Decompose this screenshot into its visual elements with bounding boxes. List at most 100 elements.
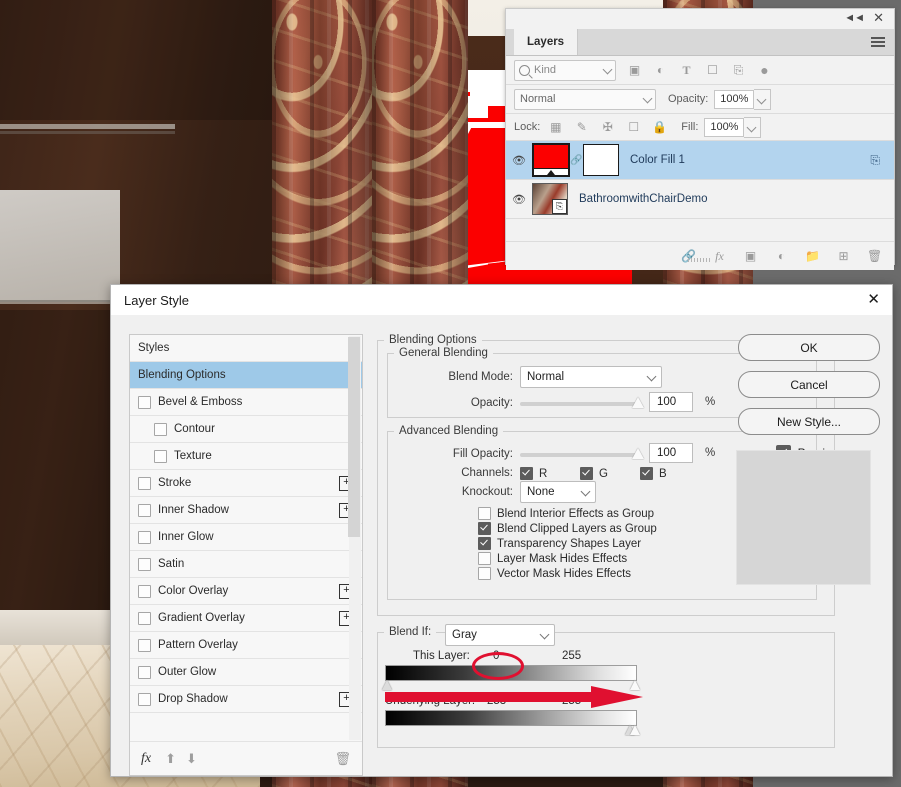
close-icon[interactable]: ✕ [873, 10, 884, 26]
opacity-stepper[interactable] [754, 88, 772, 110]
opacity-value-field[interactable]: 100 [649, 392, 693, 412]
fx-icon[interactable]: fx [141, 751, 151, 767]
option-checkbox[interactable] [478, 552, 491, 565]
style-checkbox[interactable] [154, 449, 167, 463]
eye-icon[interactable]: 👁 [506, 193, 532, 206]
knockout-select[interactable]: None [520, 481, 596, 503]
channel-g[interactable]: G [580, 466, 608, 481]
add-layer-mask-icon[interactable]: ▣ [743, 249, 758, 263]
channel-b[interactable]: B [640, 466, 667, 481]
new-style-button[interactable]: New Style... [738, 408, 880, 435]
underlying-layer-gradient-bar[interactable] [385, 710, 637, 726]
new-group-icon[interactable]: 📁 [805, 249, 820, 263]
style-checkbox[interactable] [138, 611, 151, 625]
style-item-stroke[interactable]: Stroke + [130, 470, 362, 497]
layer-name[interactable]: BathroomwithChairDemo [579, 193, 707, 205]
fill-opacity-value-field[interactable]: 100 [649, 443, 693, 463]
collapse-panel-icon[interactable]: ◄◄ [844, 12, 865, 24]
lock-position-icon[interactable]: ✠ [600, 120, 615, 135]
cancel-button[interactable]: Cancel [738, 371, 880, 398]
style-item-texture[interactable]: Texture [130, 443, 362, 470]
style-item-inner-shadow[interactable]: Inner Shadow + [130, 497, 362, 524]
smart-object-filter-icon[interactable]: ⎘ [731, 63, 746, 78]
blend-if-channel-select[interactable]: Gray [445, 624, 555, 646]
this-layer-max[interactable]: 255 [562, 650, 581, 662]
style-checkbox[interactable] [138, 665, 151, 679]
style-item-inner-glow[interactable]: Inner Glow [130, 524, 362, 551]
move-up-icon[interactable]: ⬆ [165, 751, 176, 767]
option-layer-mask-hides-effects[interactable]: Layer Mask Hides Effects [478, 551, 627, 566]
style-item-outer-glow[interactable]: Outer Glow [130, 659, 362, 686]
option-checkbox[interactable] [478, 507, 491, 520]
fill-value[interactable]: 100% [704, 117, 745, 137]
fill-stepper[interactable] [744, 116, 762, 138]
style-item-color-overlay[interactable]: Color Overlay + [130, 578, 362, 605]
layer-row-color-fill[interactable]: 👁 🔗 Color Fill 1 ⎘ [506, 141, 894, 180]
type-filter-icon[interactable]: T [679, 63, 694, 78]
link-mask-icon[interactable]: 🔗 [570, 155, 583, 166]
lock-all-icon[interactable]: 🔒 [652, 120, 667, 135]
option-checkbox[interactable] [478, 522, 491, 535]
panel-menu-icon[interactable] [871, 37, 885, 47]
shape-filter-icon[interactable]: ☐ [705, 63, 720, 78]
style-checkbox[interactable] [138, 638, 151, 652]
delete-layer-icon[interactable]: 🗑 [867, 249, 882, 263]
option-blend-clipped-layers[interactable]: Blend Clipped Layers as Group [478, 521, 657, 536]
channel-b-checkbox[interactable] [640, 467, 653, 480]
style-item-blending-options[interactable]: Blending Options [130, 362, 362, 389]
style-checkbox[interactable] [138, 503, 151, 517]
option-checkbox[interactable] [478, 537, 491, 550]
blend-mode-select[interactable]: Normal [514, 88, 656, 110]
lock-image-pixels-icon[interactable]: ✎ [574, 120, 589, 135]
filter-toggle-icon[interactable]: ● [757, 62, 772, 78]
close-icon[interactable]: ✕ [867, 292, 880, 307]
delete-icon[interactable]: 🗑 [334, 751, 351, 767]
layer-row-bathroom[interactable]: 👁 ⎘ BathroomwithChairDemo [506, 180, 894, 219]
style-item-bevel-emboss[interactable]: Bevel & Emboss [130, 389, 362, 416]
channel-g-checkbox[interactable] [580, 467, 593, 480]
image-filter-icon[interactable]: ▣ [627, 63, 642, 78]
layer-mask-thumbnail[interactable] [583, 144, 619, 176]
channel-r[interactable]: R [520, 466, 547, 481]
style-checkbox[interactable] [138, 530, 151, 544]
style-checkbox[interactable] [138, 584, 151, 598]
filter-kind-select[interactable]: Kind [514, 59, 616, 81]
option-transparency-shapes-layer[interactable]: Transparency Shapes Layer [478, 536, 641, 551]
styles-list-header[interactable]: Styles [130, 335, 362, 362]
dialog-titlebar[interactable]: Layer Style ✕ [111, 285, 892, 315]
style-checkbox[interactable] [138, 476, 151, 490]
style-item-contour[interactable]: Contour [130, 416, 362, 443]
style-checkbox[interactable] [138, 395, 151, 409]
fill-opacity-slider-handle[interactable] [632, 448, 644, 459]
option-blend-interior-effects[interactable]: Blend Interior Effects as Group [478, 506, 654, 521]
layer-name[interactable]: Color Fill 1 [630, 154, 685, 166]
scrollbar-thumb[interactable] [348, 337, 360, 537]
style-checkbox[interactable] [138, 692, 151, 706]
style-item-gradient-overlay[interactable]: Gradient Overlay + [130, 605, 362, 632]
opacity-slider[interactable] [520, 397, 644, 408]
lock-transparent-pixels-icon[interactable]: ▦ [548, 120, 563, 135]
channel-r-checkbox[interactable] [520, 467, 533, 480]
panel-resize-grip[interactable] [688, 258, 712, 262]
layer-thumbnail[interactable]: ⎘ [532, 183, 568, 215]
layer-thumbnail[interactable] [532, 143, 570, 177]
tab-layers[interactable]: Layers [514, 29, 579, 55]
style-item-satin[interactable]: Satin [130, 551, 362, 578]
opacity-value[interactable]: 100% [714, 89, 755, 109]
opacity-slider-handle[interactable] [632, 397, 644, 408]
underlying-layer-white-slider[interactable] [630, 725, 640, 735]
move-down-icon[interactable]: ⬇ [186, 751, 197, 767]
lock-artboard-icon[interactable]: ☐ [626, 120, 641, 135]
new-fill-adjustment-icon[interactable]: ◐ [774, 249, 789, 263]
style-checkbox[interactable] [138, 557, 151, 571]
adjustment-filter-icon[interactable]: ◐ [653, 63, 668, 78]
blend-mode-select[interactable]: Normal [520, 366, 662, 388]
style-checkbox[interactable] [154, 422, 167, 436]
style-item-drop-shadow[interactable]: Drop Shadow + [130, 686, 362, 713]
option-vector-mask-hides-effects[interactable]: Vector Mask Hides Effects [478, 566, 631, 581]
style-item-pattern-overlay[interactable]: Pattern Overlay [130, 632, 362, 659]
new-layer-icon[interactable]: ⊞ [836, 249, 851, 263]
fill-opacity-slider[interactable] [520, 448, 644, 459]
add-layer-style-icon[interactable]: fx [712, 249, 727, 264]
option-checkbox[interactable] [478, 567, 491, 580]
